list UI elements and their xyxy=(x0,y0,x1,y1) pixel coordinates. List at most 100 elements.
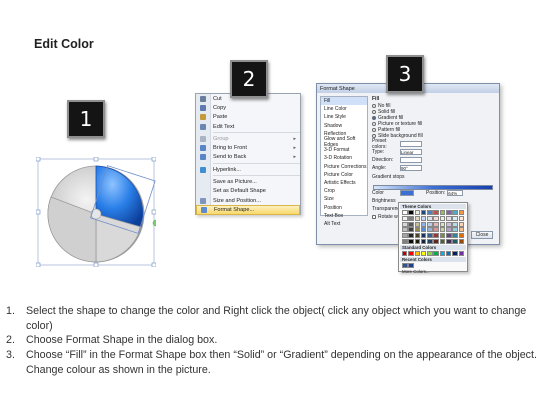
theme-color-swatch[interactable] xyxy=(408,210,414,215)
theme-shade-swatch[interactable] xyxy=(439,238,446,244)
menu-item-edit-text[interactable]: Edit Text xyxy=(196,122,300,131)
theme-shade-swatch[interactable] xyxy=(427,215,433,221)
theme-shade-swatch[interactable] xyxy=(446,233,452,239)
color-picker-button[interactable] xyxy=(400,190,414,196)
menu-item-group[interactable]: Group ▸ xyxy=(196,134,300,143)
theme-shade-swatch[interactable] xyxy=(458,227,465,233)
category-line-color[interactable]: Line Color xyxy=(321,105,367,113)
menu-item-send-to-back[interactable]: Send to Back ▸ xyxy=(196,153,300,162)
field-input[interactable]: Linear xyxy=(400,149,422,155)
theme-shade-swatch[interactable] xyxy=(446,227,452,233)
theme-shade-swatch[interactable] xyxy=(439,227,446,233)
theme-shade-swatch[interactable] xyxy=(420,238,427,244)
category-size[interactable]: Size xyxy=(321,195,367,203)
theme-color-swatch[interactable] xyxy=(427,210,433,215)
menu-item-save-as-picture[interactable]: Save as Picture... xyxy=(196,177,300,186)
theme-shade-swatch[interactable] xyxy=(433,227,439,233)
more-colors-item[interactable]: More Colors... xyxy=(400,269,466,275)
standard-color-swatch[interactable] xyxy=(408,250,414,256)
theme-shade-swatch[interactable] xyxy=(458,215,465,221)
standard-color-swatch[interactable] xyxy=(452,250,458,256)
recent-color-swatch[interactable] xyxy=(408,262,414,268)
theme-shade-swatch[interactable] xyxy=(433,215,439,221)
theme-shade-swatch[interactable] xyxy=(408,233,414,239)
category-position[interactable]: Position xyxy=(321,203,367,211)
category-alt-text[interactable]: Alt Text xyxy=(321,220,367,228)
theme-color-swatch[interactable] xyxy=(452,210,458,215)
theme-shade-swatch[interactable] xyxy=(458,221,465,227)
field-input[interactable]: 90° xyxy=(400,165,422,171)
field-input[interactable] xyxy=(400,157,422,163)
theme-shade-swatch[interactable] xyxy=(408,215,414,221)
theme-shade-swatch[interactable] xyxy=(452,215,458,221)
standard-color-swatch[interactable] xyxy=(458,250,465,256)
theme-color-swatch[interactable] xyxy=(439,210,446,215)
theme-shade-swatch[interactable] xyxy=(402,215,408,221)
theme-shade-swatch[interactable] xyxy=(458,238,465,244)
category-glow-and-soft-edges[interactable]: Glow and Soft Edges xyxy=(321,136,367,148)
standard-color-swatch[interactable] xyxy=(414,250,421,256)
standard-color-swatch[interactable] xyxy=(439,250,446,256)
rotate-checkbox[interactable] xyxy=(372,215,376,219)
theme-shade-swatch[interactable] xyxy=(433,238,439,244)
theme-shade-swatch[interactable] xyxy=(414,233,421,239)
theme-color-swatch[interactable] xyxy=(446,210,452,215)
theme-shade-swatch[interactable] xyxy=(433,221,439,227)
theme-color-swatch[interactable] xyxy=(458,210,465,215)
radio-button[interactable] xyxy=(372,122,376,126)
theme-shade-swatch[interactable] xyxy=(452,238,458,244)
theme-shade-swatch[interactable] xyxy=(420,221,427,227)
theme-shade-swatch[interactable] xyxy=(439,221,446,227)
field-input[interactable] xyxy=(400,141,422,147)
theme-color-swatch[interactable] xyxy=(414,210,421,215)
category-3-d-rotation[interactable]: 3-D Rotation xyxy=(321,154,367,162)
menu-item-hyperlink[interactable]: Hyperlink... xyxy=(196,165,300,174)
theme-shade-swatch[interactable] xyxy=(452,227,458,233)
category-crop[interactable]: Crop xyxy=(321,187,367,195)
category-picture-color[interactable]: Picture Color xyxy=(321,171,367,179)
theme-shade-swatch[interactable] xyxy=(402,233,408,239)
category-fill[interactable]: Fill xyxy=(321,97,367,106)
theme-shade-swatch[interactable] xyxy=(452,233,458,239)
category-line-style[interactable]: Line Style xyxy=(321,113,367,121)
close-button[interactable]: Close xyxy=(471,231,493,239)
theme-shade-swatch[interactable] xyxy=(414,227,421,233)
standard-color-swatch[interactable] xyxy=(420,250,427,256)
theme-shade-swatch[interactable] xyxy=(439,233,446,239)
theme-shade-swatch[interactable] xyxy=(427,221,433,227)
category-artistic-effects[interactable]: Artistic Effects xyxy=(321,179,367,187)
theme-shade-swatch[interactable] xyxy=(420,227,427,233)
theme-shade-swatch[interactable] xyxy=(420,233,427,239)
category-shadow[interactable]: Shadow xyxy=(321,122,367,130)
theme-color-swatch[interactable] xyxy=(402,210,408,215)
theme-shade-swatch[interactable] xyxy=(408,221,414,227)
theme-shade-swatch[interactable] xyxy=(408,227,414,233)
theme-shade-swatch[interactable] xyxy=(402,227,408,233)
radio-button[interactable] xyxy=(372,128,376,132)
menu-item-copy[interactable]: Copy xyxy=(196,103,300,112)
theme-shade-swatch[interactable] xyxy=(427,238,433,244)
selected-pie-shape[interactable] xyxy=(35,150,160,268)
radio-button[interactable] xyxy=(372,104,376,108)
theme-shade-swatch[interactable] xyxy=(446,215,452,221)
theme-shade-swatch[interactable] xyxy=(402,221,408,227)
theme-shade-swatch[interactable] xyxy=(414,238,421,244)
theme-color-swatch[interactable] xyxy=(433,210,439,215)
theme-shade-swatch[interactable] xyxy=(408,238,414,244)
menu-item-size-and-position[interactable]: Size and Position... xyxy=(196,196,300,205)
theme-shade-swatch[interactable] xyxy=(452,221,458,227)
theme-shade-swatch[interactable] xyxy=(433,233,439,239)
standard-color-swatch[interactable] xyxy=(402,250,408,256)
gradient-stops-bar[interactable] xyxy=(373,185,493,190)
theme-shade-swatch[interactable] xyxy=(439,215,446,221)
menu-item-paste[interactable]: Paste xyxy=(196,113,300,122)
standard-color-swatch[interactable] xyxy=(427,250,433,256)
recent-color-swatch[interactable] xyxy=(402,262,408,268)
theme-shade-swatch[interactable] xyxy=(402,238,408,244)
position-input[interactable]: 64% xyxy=(447,190,464,196)
theme-shade-swatch[interactable] xyxy=(414,221,421,227)
theme-shade-swatch[interactable] xyxy=(420,215,427,221)
theme-shade-swatch[interactable] xyxy=(427,227,433,233)
menu-item-format-shape[interactable]: Format Shape... xyxy=(196,205,300,215)
radio-button[interactable] xyxy=(372,116,376,120)
